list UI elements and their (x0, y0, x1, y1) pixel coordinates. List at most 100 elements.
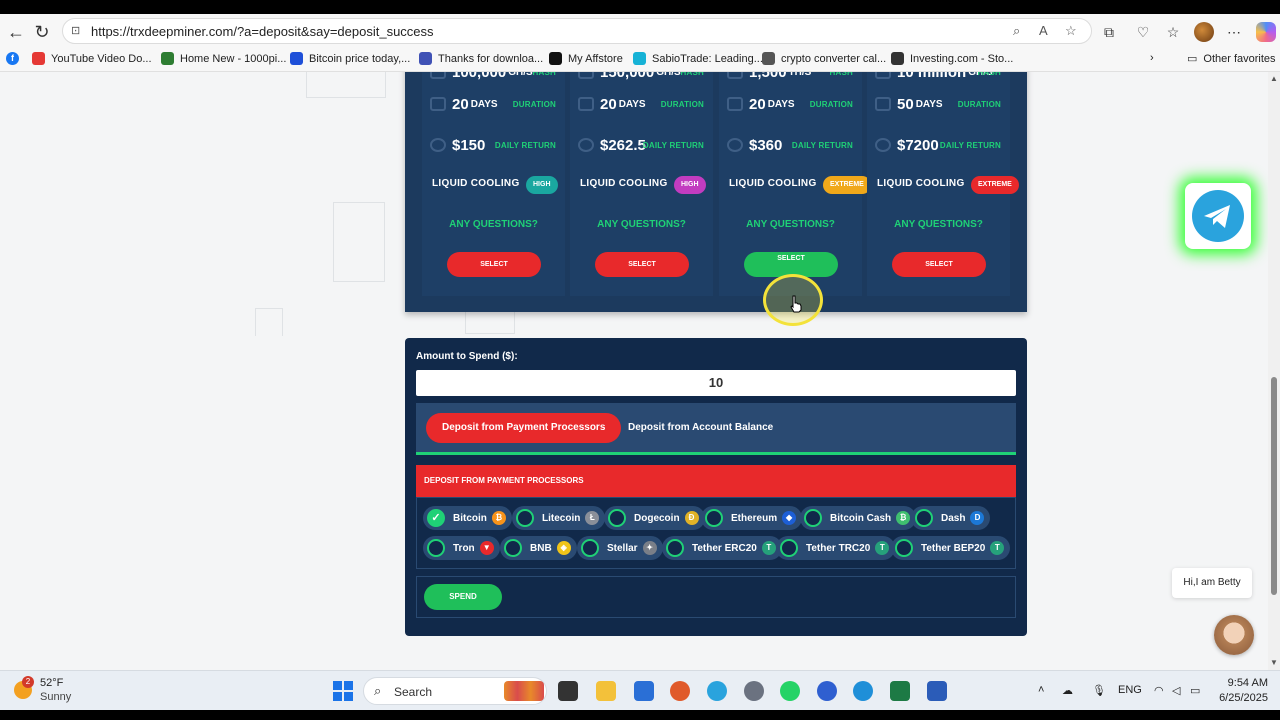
spend-area: SPEND (416, 576, 1016, 618)
bookmark-item[interactable]: Home New - 1000pi... (161, 52, 286, 65)
payment-method-option[interactable]: Tether TRC20 T (776, 536, 896, 560)
windows-start-icon[interactable] (333, 681, 353, 701)
telegram-button[interactable] (1185, 183, 1251, 249)
tab-payment-processors[interactable]: Deposit from Payment Processors (426, 413, 622, 443)
radio-circle-icon[interactable] (427, 539, 445, 557)
payment-method-option[interactable]: Litecoin Ł (512, 506, 606, 530)
hand-cursor-icon (790, 295, 802, 313)
payment-method-option[interactable]: Tron ▼ (423, 536, 500, 560)
edge-icon[interactable] (853, 681, 873, 701)
back-arrow-icon[interactable]: ← (4, 20, 28, 44)
payment-method-option[interactable]: ✓ Bitcoin ₿ (423, 506, 512, 530)
excel-icon[interactable] (890, 681, 910, 701)
scroll-up-icon[interactable]: ▲ (1270, 74, 1278, 83)
wifi-icon[interactable]: ◠ (1154, 684, 1164, 697)
cooling-label: LIQUID COOLING (580, 178, 668, 189)
amount-input[interactable] (416, 370, 1016, 396)
store-icon[interactable] (634, 681, 654, 701)
tray-chevron-icon[interactable]: ˄ (1038, 684, 1044, 696)
facebook-bookmark[interactable]: f (6, 52, 19, 65)
bookmark-item[interactable]: YouTube Video Do... (32, 52, 152, 65)
hash-rate: 10 million (897, 72, 967, 81)
select-plan-button[interactable]: SELECT (892, 252, 986, 277)
word-icon[interactable] (927, 681, 947, 701)
radio-circle-icon[interactable] (581, 539, 599, 557)
select-plan-button[interactable]: SELECT (447, 252, 541, 277)
payment-method-option[interactable]: Dogecoin Ð (604, 506, 705, 530)
language-indicator[interactable]: ENG (1118, 684, 1142, 696)
clock-time[interactable]: 9:54 AM (1222, 677, 1268, 689)
tab-account-balance[interactable]: Deposit from Account Balance (612, 413, 789, 443)
duration-days: 20 (600, 95, 617, 113)
bookmark-item[interactable]: My Affstore (549, 52, 623, 65)
extensions-icon[interactable]: ⧉ (1099, 22, 1119, 42)
any-questions-link[interactable]: ANY QUESTIONS? (867, 219, 1010, 230)
task-view-icon[interactable] (558, 681, 578, 701)
site-info-icon[interactable]: ⊡ (71, 24, 83, 38)
radio-circle-icon[interactable] (705, 509, 723, 527)
app-icon[interactable] (817, 681, 837, 701)
payment-method-option[interactable]: Stellar ✦ (577, 536, 663, 560)
radio-circle-icon[interactable] (504, 539, 522, 557)
scrollbar-thumb[interactable] (1271, 377, 1277, 595)
payment-method-name: Ethereum (731, 512, 778, 524)
brave-icon[interactable] (670, 681, 690, 701)
radio-circle-icon[interactable] (666, 539, 684, 557)
microphone-icon[interactable]: 🎙 (1092, 684, 1106, 697)
more-menu-icon[interactable]: ⋯ (1224, 22, 1244, 42)
payment-method-option[interactable]: Bitcoin Cash ₿ (800, 506, 917, 530)
radio-circle-icon[interactable] (804, 509, 822, 527)
radio-circle-icon[interactable] (516, 509, 534, 527)
payment-method-option[interactable]: Tether BEP20 T (891, 536, 1011, 560)
chat-greeting[interactable]: Hi,I am Betty (1172, 568, 1252, 598)
favorite-star-icon[interactable]: ☆ (1065, 23, 1077, 39)
whatsapp-icon[interactable] (780, 681, 800, 701)
address-bar[interactable]: ⊡ https://trxdeepminer.com/?a=deposit&sa… (62, 18, 1092, 44)
profile-avatar[interactable] (1194, 22, 1214, 42)
bookmark-item[interactable]: Thanks for downloa... (419, 52, 543, 65)
payment-method-option[interactable]: Ethereum ◆ (701, 506, 803, 530)
any-questions-link[interactable]: ANY QUESTIONS? (570, 219, 713, 230)
radio-circle-icon[interactable] (780, 539, 798, 557)
radio-circle-icon[interactable] (895, 539, 913, 557)
bookmark-item[interactable]: crypto converter cal... (762, 52, 886, 65)
any-questions-link[interactable]: ANY QUESTIONS? (422, 219, 565, 230)
onedrive-icon[interactable]: ☁ (1062, 684, 1073, 697)
browser-essentials-icon[interactable]: ♡ (1133, 22, 1153, 42)
weather-description[interactable]: Sunny (40, 691, 71, 703)
other-favorites[interactable]: ▭ Other favorites (1187, 52, 1276, 66)
scrollbar[interactable]: ▲ ▼ (1268, 72, 1280, 670)
volume-icon[interactable]: ◁ (1172, 684, 1180, 697)
clock-date[interactable]: 6/25/2025 (1214, 692, 1268, 704)
weather-temperature[interactable]: 52°F (40, 677, 63, 689)
copilot-icon[interactable] (1256, 22, 1276, 42)
radio-circle-icon[interactable] (608, 509, 626, 527)
battery-icon[interactable]: ▭ (1190, 684, 1200, 697)
weather-badge: 2 (22, 676, 34, 688)
bookmark-item[interactable]: Investing.com - Sto... (891, 52, 1013, 65)
telegram-taskbar-icon[interactable] (707, 681, 727, 701)
read-aloud-icon[interactable]: A (1039, 23, 1048, 38)
coin-icon: ▼ (479, 541, 494, 555)
any-questions-link[interactable]: ANY QUESTIONS? (719, 219, 862, 230)
spend-button[interactable]: SPEND (424, 584, 502, 610)
coin-icon: T (761, 541, 776, 555)
file-explorer-icon[interactable] (596, 681, 616, 701)
coin-icon: Ð (684, 511, 699, 525)
checkmark-icon[interactable]: ✓ (427, 509, 445, 527)
payment-method-option[interactable]: BNB ◈ (500, 536, 577, 560)
radio-circle-icon[interactable] (915, 509, 933, 527)
duration-unit: DAYS (470, 98, 498, 110)
scroll-down-icon[interactable]: ▼ (1270, 658, 1278, 667)
zoom-icon[interactable]: ⌕ (1013, 23, 1020, 39)
chat-agent-avatar[interactable] (1214, 615, 1254, 655)
settings-gear-icon[interactable] (744, 681, 764, 701)
bookmark-item[interactable]: Bitcoin price today,... (290, 52, 410, 65)
favorites-icon[interactable]: ☆ (1163, 22, 1183, 42)
bookmark-item[interactable]: SabioTrade: Leading... (633, 52, 763, 65)
bookmarks-overflow-chevron-icon[interactable]: › (1150, 52, 1154, 64)
select-plan-button[interactable]: SELECT (595, 252, 689, 277)
payment-method-option[interactable]: Tether ERC20 T (662, 536, 782, 560)
refresh-icon[interactable]: ↻ (30, 20, 54, 44)
payment-method-option[interactable]: Dash D (911, 506, 991, 530)
